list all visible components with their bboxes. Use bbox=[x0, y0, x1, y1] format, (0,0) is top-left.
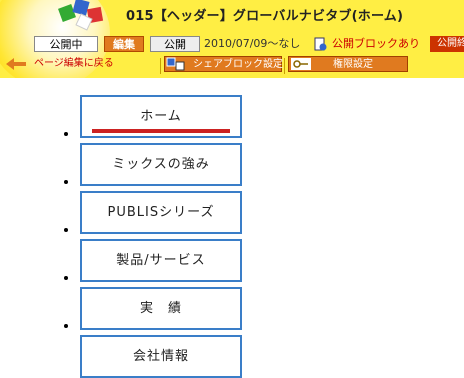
list-bullet bbox=[64, 276, 68, 280]
list-bullet bbox=[64, 228, 68, 232]
list-bullet bbox=[64, 180, 68, 184]
nav-tab-label: PUBLISシリーズ bbox=[80, 191, 242, 234]
list-bullet bbox=[64, 324, 68, 328]
nav-tab-results[interactable]: 実 績 bbox=[80, 287, 242, 330]
global-nav: ホーム ミックスの強み PUBLISシリーズ 製品/サービス 実 績 会社情報 bbox=[0, 0, 464, 378]
nav-tab-label: 会社情報 bbox=[80, 335, 242, 378]
nav-tab-label: 実 績 bbox=[80, 287, 242, 330]
nav-tab-label: 製品/サービス bbox=[80, 239, 242, 282]
nav-tab-home[interactable]: ホーム bbox=[80, 95, 242, 138]
nav-tab-company[interactable]: 会社情報 bbox=[80, 335, 242, 378]
nav-tab-strengths[interactable]: ミックスの強み bbox=[80, 143, 242, 186]
list-bullet bbox=[64, 132, 68, 136]
nav-tab-label: ミックスの強み bbox=[80, 143, 242, 186]
active-tab-underline bbox=[92, 129, 230, 133]
nav-tab-products[interactable]: 製品/サービス bbox=[80, 239, 242, 282]
nav-tab-publis-series[interactable]: PUBLISシリーズ bbox=[80, 191, 242, 234]
